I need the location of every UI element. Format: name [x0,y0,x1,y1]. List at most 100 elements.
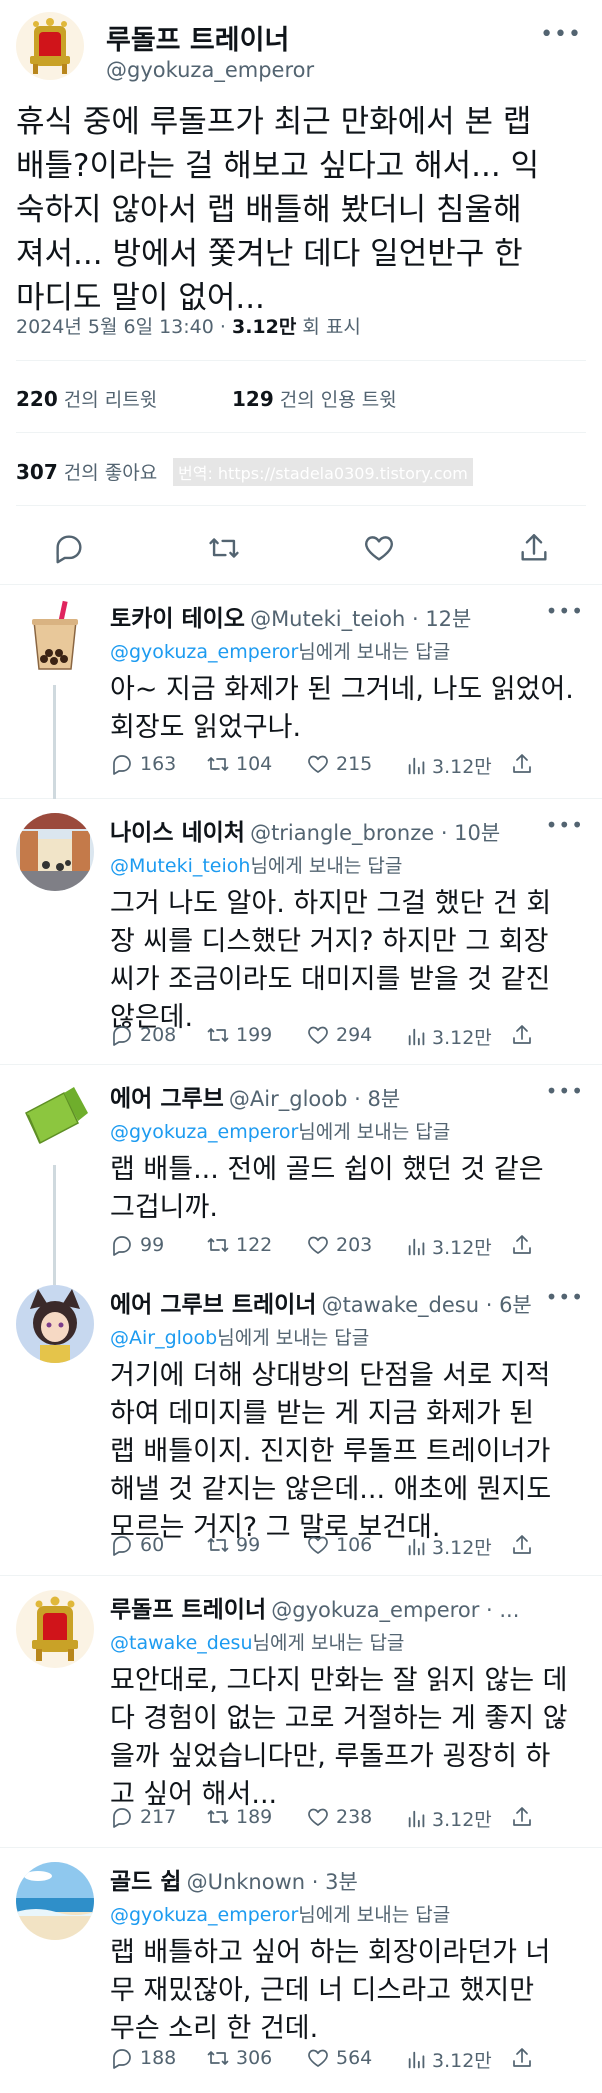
share-button[interactable] [510,752,540,776]
author-handle[interactable]: @Muteki_teioh [250,607,405,631]
share-button[interactable] [510,2046,540,2070]
retweet-button[interactable]: 122 [206,1233,272,1257]
reply-actions: 208 199 294 3.12만 [110,1023,580,1053]
share-button[interactable] [510,1533,540,1557]
author-name[interactable]: 에어 그루브 트레이너 [110,1292,316,1318]
reply-button[interactable]: 188 [110,2046,176,2070]
views-button[interactable]: 3.12만 [406,1233,492,1260]
retweet-stat[interactable]: 220 건의 리트윗 [16,385,157,412]
author-name[interactable]: 토카이 테이오 [110,606,245,632]
reply-button[interactable]: 163 [110,752,176,776]
more-options-icon[interactable]: ••• [540,22,582,47]
like-icon[interactable] [362,531,396,565]
view-count: 3.12만 [432,1237,492,1259]
like-button[interactable]: 215 [306,752,372,776]
translation-watermark: 번역: https://stadela0309.tistory.com [173,458,473,486]
views-button[interactable]: 3.12만 [406,1023,492,1050]
reply-tweet: 에어 그루브 @Air_gloob · 8분 ••• @gyokuza_empe… [0,1065,602,1271]
avatar[interactable] [16,599,94,677]
views-button[interactable]: 3.12만 [406,1805,492,1832]
like-stat[interactable]: 307 건의 좋아요 [16,458,157,485]
reply-actions: 188 306 564 3.12만 [110,2046,580,2076]
quote-stat[interactable]: 129 건의 인용 트윗 [232,385,397,412]
avatar[interactable] [16,1862,94,1940]
reply-icon [113,1236,131,1256]
avatar[interactable] [16,813,94,891]
share-button[interactable] [510,1805,540,1829]
author-handle[interactable]: @triangle_bronze [250,821,434,845]
reply-button[interactable]: 208 [110,1023,176,1047]
views-button[interactable]: 3.12만 [406,752,492,779]
author-handle[interactable]: @Unknown [187,1870,305,1894]
more-options-icon[interactable]: ••• [546,813,584,837]
author-name[interactable]: 루돌프 트레이너 [110,1597,266,1623]
retweet-icon [207,757,229,771]
reply-time[interactable]: · 12분 [405,607,471,631]
view-count: 3.12만 [432,1537,492,1559]
shopping-street-avatar-icon [16,813,94,891]
reply-button[interactable]: 99 [110,1233,164,1257]
reply-icon [113,1536,131,1556]
view-count: 3.12만 [432,756,492,778]
author-handle[interactable]: @tawake_desu [322,1293,479,1317]
mention-link[interactable]: @tawake_desu [110,1632,252,1654]
retweet-button[interactable]: 189 [206,1805,272,1829]
retweet-button[interactable]: 199 [206,1023,272,1047]
reply-actions: 163 104 215 3.12만 [110,752,580,782]
like-button[interactable]: 294 [306,1023,372,1047]
reply-tweet: 에어 그루브 트레이너 @tawake_desu · 6분 ••• @Air_g… [0,1271,602,1576]
reply-to-line: @Muteki_teioh님에게 보내는 답글 [110,851,402,878]
reply-to-suffix: 님에게 보내는 답글 [298,1121,451,1143]
avatar[interactable] [16,1590,94,1668]
mention-link[interactable]: @gyokuza_emperor [110,1904,298,1926]
retweet-button[interactable]: 306 [206,2046,272,2070]
reply-time[interactable]: · 6분 [479,1293,532,1317]
retweet-button[interactable]: 104 [206,752,272,776]
mention-link[interactable]: @Muteki_teioh [110,855,250,877]
author-name[interactable]: 나이스 네이처 [110,820,245,846]
more-options-icon[interactable]: ••• [546,599,584,623]
more-options-icon[interactable]: ••• [546,1285,584,1309]
reply-time[interactable]: · 8분 [347,1087,400,1111]
reply-button[interactable]: 60 [110,1533,164,1557]
like-button[interactable]: 238 [306,1805,372,1829]
more-options-icon[interactable]: ••• [546,1079,584,1103]
avatar[interactable] [16,1285,94,1363]
reply-tweet: 나이스 네이처 @triangle_bronze · 10분 ••• @Mute… [0,799,602,1065]
view-count-label: 회 표시 [296,316,361,338]
reply-time[interactable]: · ... [479,1598,519,1622]
retweet-icon[interactable] [207,531,241,565]
reply-icon [113,755,131,775]
author-handle[interactable]: @gyokuza_emperor [106,58,314,82]
author-handle[interactable]: @gyokuza_emperor [271,1598,479,1622]
mention-link[interactable]: @gyokuza_emperor [110,1121,298,1143]
like-button[interactable]: 203 [306,1233,372,1257]
reply-time[interactable]: · 10분 [434,821,500,845]
tweet-date[interactable]: 2024년 5월 6일 13:40 · [16,316,232,338]
share-button[interactable] [510,1023,540,1047]
throne-avatar-icon [16,12,84,80]
views-button[interactable]: 3.12만 [406,1533,492,1560]
reply-to-line: @gyokuza_emperor님에게 보내는 답글 [110,1117,450,1144]
share-button[interactable] [510,1233,540,1257]
author-name[interactable]: 에어 그루브 [110,1086,224,1112]
reply-time[interactable]: · 3분 [305,1870,358,1894]
author-name[interactable]: 루돌프 트레이너 [106,18,289,57]
like-button[interactable]: 564 [306,2046,372,2070]
share-icon[interactable] [517,531,551,565]
views-button[interactable]: 3.12만 [406,2046,492,2073]
avatar[interactable] [16,1079,94,1157]
retweet-button[interactable]: 99 [206,1533,260,1557]
retweet-icon [207,1810,229,1824]
reply-icon[interactable] [52,531,86,565]
author-handle[interactable]: @Air_gloob [229,1087,348,1111]
reply-to-line: @gyokuza_emperor님에게 보내는 답글 [110,1900,450,1927]
reply-to-suffix: 님에게 보내는 답글 [298,641,451,663]
mention-link[interactable]: @Air_gloob [110,1327,217,1349]
reply-button[interactable]: 217 [110,1805,176,1829]
mention-link[interactable]: @gyokuza_emperor [110,641,298,663]
author-name[interactable]: 골드 쉽 [110,1869,182,1895]
avatar[interactable] [16,12,84,80]
like-button[interactable]: 106 [306,1533,372,1557]
tweet-meta: 2024년 5월 6일 13:40 · 3.12만 회 표시 [16,312,361,339]
